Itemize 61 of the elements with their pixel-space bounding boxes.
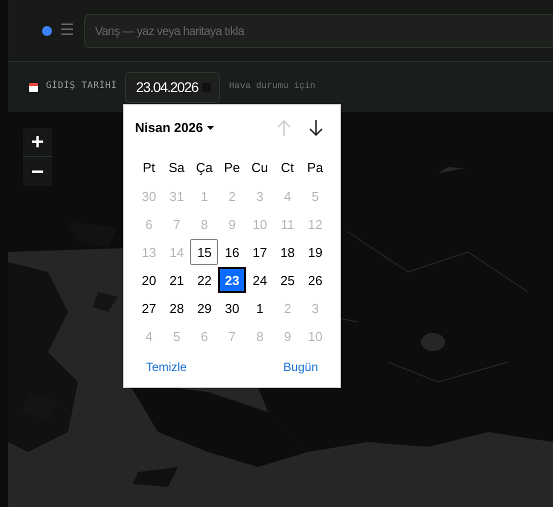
day-cell[interactable]: 17 — [246, 239, 274, 265]
day-cell[interactable]: 12 — [301, 211, 330, 237]
day-cell[interactable]: 8 — [246, 323, 274, 349]
month-select[interactable]: Nisan 2026 — [135, 118, 214, 138]
day-cell[interactable]: 4 — [135, 323, 163, 349]
day-cell[interactable]: 2 — [218, 183, 246, 209]
field-label: GİDİŞ TARİHİ — [46, 80, 118, 94]
day-cell[interactable]: 7 — [162, 211, 191, 237]
weekday-label: Sa — [168, 159, 186, 178]
date-hint: Hava durumu için — [229, 80, 316, 94]
zoom-out-button[interactable]: − — [23, 157, 52, 186]
day-cell[interactable]: 6 — [190, 323, 218, 349]
day-cell[interactable]: 28 — [162, 295, 191, 321]
weekday-label: Pt — [142, 159, 156, 178]
day-cell[interactable]: 30 — [218, 295, 246, 321]
day-cell[interactable]: 26 — [301, 267, 330, 293]
day-cell[interactable]: 8 — [190, 211, 218, 237]
day-cell[interactable]: 21 — [162, 267, 191, 293]
day-cell[interactable]: 19 — [301, 239, 330, 265]
day-cell[interactable]: 23 — [218, 267, 246, 293]
day-cell[interactable]: 10 — [246, 211, 274, 237]
day-cell[interactable]: 20 — [135, 267, 163, 293]
day-cell[interactable]: 24 — [246, 267, 274, 293]
day-cell[interactable]: 27 — [135, 295, 163, 321]
day-cell[interactable]: 25 — [274, 267, 302, 293]
day-cell[interactable]: 7 — [218, 323, 246, 349]
day-cell[interactable]: 9 — [218, 211, 246, 237]
calendar-icon — [29, 82, 38, 92]
search-field[interactable]: Varış — yaz veya haritaya tıkla — [84, 14, 553, 48]
weekday-label: Pa — [306, 159, 324, 178]
day-cell[interactable]: 6 — [135, 211, 163, 237]
day-cell[interactable]: 16 — [218, 239, 246, 265]
day-cell[interactable]: 15 — [190, 239, 218, 265]
day-cell[interactable]: 14 — [162, 239, 191, 265]
day-cell[interactable]: 22 — [190, 267, 218, 293]
weekday-label: Ct — [280, 159, 295, 178]
day-cell[interactable]: 13 — [135, 239, 163, 265]
day-cell[interactable]: 11 — [274, 211, 302, 237]
caret-icon — [206, 126, 214, 130]
day-cell[interactable]: 30 — [135, 183, 163, 209]
day-cell[interactable]: 31 — [162, 183, 191, 209]
weekday-label: Ça — [194, 159, 214, 178]
date-field[interactable]: 23.04.2026 — [125, 72, 220, 102]
day-cell[interactable]: 4 — [274, 183, 302, 209]
day-cell[interactable]: 10 — [301, 323, 330, 349]
day-cell[interactable]: 1 — [190, 183, 218, 209]
clear-button[interactable]: Temizle — [146, 358, 187, 376]
day-cell[interactable]: 29 — [190, 295, 218, 321]
day-cell[interactable]: 2 — [274, 295, 302, 321]
day-cell[interactable]: 1 — [246, 295, 274, 321]
day-cell[interactable]: 3 — [301, 295, 330, 321]
zoom-in-button[interactable]: + — [23, 128, 52, 157]
weekday-label: Cu — [250, 159, 270, 178]
day-cell[interactable]: 5 — [301, 183, 330, 209]
weekday-label: Pe — [223, 159, 241, 178]
day-cell[interactable]: 18 — [274, 239, 302, 265]
menu-icon[interactable]: ☰ — [60, 22, 74, 38]
today-button[interactable]: Bugün — [283, 358, 318, 376]
day-cell[interactable]: 5 — [162, 323, 191, 349]
day-cell[interactable]: 9 — [274, 323, 302, 349]
day-cell[interactable]: 3 — [246, 183, 274, 209]
